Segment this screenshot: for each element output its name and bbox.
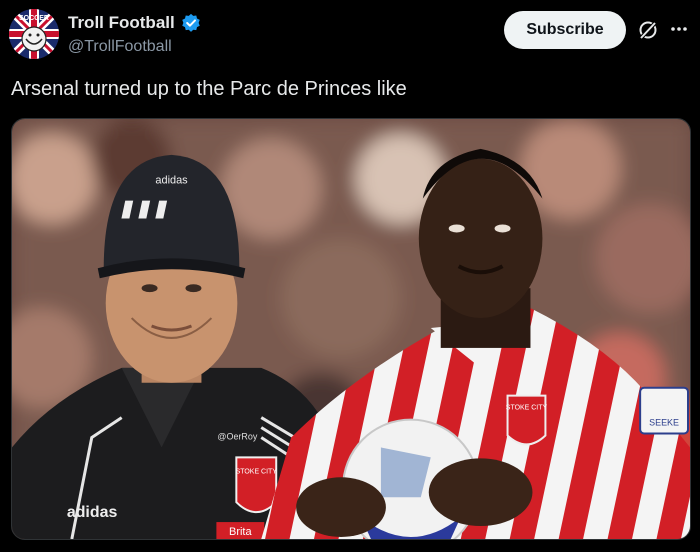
left-shirt-text: Brita	[229, 526, 252, 538]
display-name[interactable]: Troll Football	[68, 13, 175, 33]
author-name-row: Troll Football	[68, 12, 201, 34]
football-photo: adidas adidas @OerRoy STOKE CITY Brita S…	[12, 119, 690, 539]
avatar-text: SOCCER	[19, 15, 49, 22]
jacket-brand-text: adidas	[67, 504, 118, 521]
post-image[interactable]: adidas adidas @OerRoy STOKE CITY Brita S…	[11, 118, 691, 540]
sleeve-badge-text: SEEKE	[649, 418, 679, 428]
right-badge-text: STOKE CITY	[506, 405, 548, 412]
subscribe-button[interactable]: Subscribe	[504, 11, 626, 49]
jacket-sponsor-text: @OerRoy	[217, 431, 257, 441]
avatar[interactable]: SOCCER	[9, 9, 59, 59]
left-badge-text: STOKE CITY	[236, 468, 278, 475]
handle[interactable]: @TrollFootball	[68, 38, 172, 56]
more-icon[interactable]	[668, 18, 690, 40]
cap-brand-text: adidas	[155, 175, 188, 187]
troll-face-union-jack-avatar: SOCCER	[9, 9, 59, 59]
verified-badge-icon	[181, 13, 200, 32]
grok-icon[interactable]	[637, 19, 659, 41]
post-text: Arsenal turned up to the Parc de Princes…	[11, 78, 407, 100]
